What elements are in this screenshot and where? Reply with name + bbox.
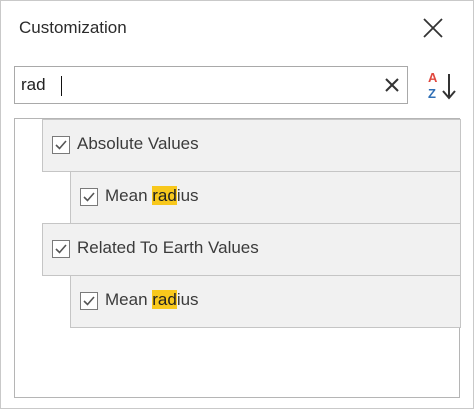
checkmark-icon [55,140,67,150]
checkbox[interactable] [52,240,70,258]
checkmark-icon [83,296,95,306]
label-text: ius [176,186,199,205]
sort-button[interactable]: A Z [425,68,459,104]
search-highlight: rad [152,186,177,205]
checkbox[interactable] [80,188,98,206]
search-input[interactable] [21,67,371,103]
tree-item-mean-radius[interactable]: Mean radius [70,275,461,328]
close-icon [423,18,443,38]
label-text: ius [176,290,199,309]
tree-group-label: Absolute Values [77,134,199,153]
tree-panel: Absolute Values Mean radius Related To E… [14,118,461,398]
sort-alphabetical-icon: A Z [428,70,456,101]
checkmark-icon [83,192,95,202]
search-box [14,66,408,104]
label-text: Mean [105,186,153,205]
tree-item-mean-radius[interactable]: Mean radius [70,171,461,224]
tree-group-absolute-values[interactable]: Absolute Values [42,119,461,172]
tree-group-related-to-earth-values[interactable]: Related To Earth Values [42,223,461,276]
tree-group-label: Related To Earth Values [77,238,259,257]
clear-search-button[interactable] [383,76,401,94]
clear-icon [385,78,399,92]
checkmark-icon [55,244,67,254]
checkbox[interactable] [52,136,70,154]
label-text: Mean [105,290,153,309]
svg-text:A: A [428,70,438,85]
search-highlight: rad [152,290,177,309]
tree-item-label: Mean radius [105,186,199,206]
checkbox[interactable] [80,292,98,310]
window-title: Customization [19,18,127,37]
svg-text:Z: Z [428,86,436,101]
text-caret [61,76,62,96]
close-button[interactable] [419,14,447,42]
tree-item-label: Mean radius [105,290,199,310]
customization-window: Customization A Z [0,0,474,409]
